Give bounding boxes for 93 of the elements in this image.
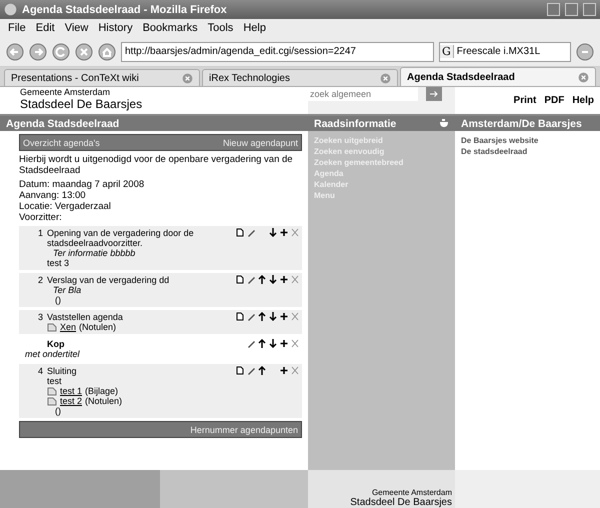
header-link[interactable]: Help [572, 95, 594, 106]
attachment-type: (Notulen) [85, 396, 122, 406]
pencil-icon[interactable] [247, 275, 255, 284]
reload-icon[interactable] [52, 42, 70, 60]
item-number: 4 [36, 366, 43, 376]
menu-item[interactable]: Edit [36, 22, 55, 34]
pencil-icon[interactable] [247, 312, 255, 321]
item-number: 3 [36, 312, 43, 322]
up-arrow-icon[interactable] [258, 275, 266, 284]
item-title: Kop [47, 339, 66, 349]
document-icon [47, 322, 57, 332]
section-header: Amsterdam/De Baarsjes [455, 116, 600, 131]
item-subtitle: met ondertitel [25, 349, 80, 359]
plus-icon[interactable] [280, 275, 288, 284]
pencil-icon[interactable] [247, 228, 255, 237]
item-title: Sluiting [47, 366, 78, 376]
sidebar-link[interactable]: De Baarsjes website [461, 135, 594, 146]
menu-item[interactable]: File [8, 22, 26, 34]
new-item-link[interactable]: Nieuw agendapunt [222, 138, 298, 148]
item-subtitle: Ter Bla [52, 285, 82, 295]
item-note: () [54, 406, 61, 416]
item-number: 2 [36, 275, 43, 285]
attachment-type: (Bijlage) [85, 386, 118, 396]
up-arrow-icon[interactable] [258, 339, 266, 348]
item-title: Vaststellen agenda [47, 312, 124, 322]
organization-name: Gemeente Amsterdam [372, 488, 452, 497]
search-field[interactable]: zoek algemeen [308, 87, 418, 101]
close-icon[interactable] [380, 72, 391, 84]
copy-icon[interactable] [236, 366, 244, 375]
meeting-detail: Voorzitter: [19, 212, 63, 223]
window-title: Agenda Stadsdeelraad - Mozilla Firefox [22, 4, 228, 16]
attachment-link[interactable]: test 2 [60, 396, 82, 406]
up-arrow-icon[interactable] [258, 312, 266, 321]
maximize-button[interactable] [565, 3, 578, 16]
header-link[interactable]: PDF [544, 95, 564, 106]
pencil-icon[interactable] [247, 339, 255, 348]
browser-tab[interactable]: Agenda Stadsdeelraad [400, 67, 596, 86]
overview-link[interactable]: Overzicht agenda's [23, 138, 100, 148]
menu-item[interactable]: Bookmarks [142, 22, 198, 34]
plus-icon[interactable] [280, 312, 288, 321]
menu-item[interactable]: Help [243, 22, 266, 34]
section-header: Raadsinformatie [308, 116, 455, 131]
sidebar-link[interactable]: De stadsdeelraad [461, 146, 594, 157]
cup-icon [439, 119, 449, 128]
down-arrow-icon[interactable] [269, 275, 277, 284]
arrow-right-icon [430, 91, 438, 97]
attachment-link[interactable]: test 1 [60, 386, 82, 396]
section-header: Agenda Stadsdeelraad [0, 116, 308, 131]
item-note: test [47, 376, 62, 386]
search-go-button[interactable] [426, 87, 442, 101]
plus-icon[interactable] [280, 228, 288, 237]
minimize-button[interactable] [547, 3, 560, 16]
close-button[interactable] [583, 3, 596, 16]
down-arrow-icon[interactable] [269, 228, 277, 237]
forward-icon[interactable] [29, 42, 47, 60]
header-link[interactable]: Print [514, 95, 536, 106]
attachment-link[interactable]: Xen [60, 322, 76, 332]
intro-text: Hierbij wordt u uitgenodigd voor de openbare vergadering van de Stadsdeelraad [19, 154, 294, 176]
item-title: Opening van de vergadering door de stadsdeelraadvoorzitter. [47, 228, 195, 248]
item-number: 1 [36, 228, 43, 240]
meeting-detail: Datum: maandag 7 april 2008 [19, 179, 146, 190]
copy-icon[interactable] [236, 275, 244, 284]
close-icon[interactable] [578, 72, 589, 82]
item-note: () [54, 295, 61, 305]
menu-item[interactable]: History [98, 22, 133, 34]
item-note: test 3 [47, 258, 70, 268]
attachment-type: (Notulen) [79, 322, 116, 332]
copy-icon[interactable] [236, 228, 244, 237]
down-arrow-icon[interactable] [269, 339, 277, 348]
search-field[interactable]: G Freescale i.MX31L [439, 42, 571, 62]
organization-name: Gemeente Amsterdam [20, 87, 112, 97]
renumber-button[interactable]: Hernummer agendapunten [19, 421, 302, 438]
browser-tab[interactable]: Presentations - ConTeXt wiki [4, 69, 200, 86]
copy-icon[interactable] [236, 312, 244, 321]
district-name: Stadsdeel De Baarsjes [20, 97, 144, 112]
pencil-icon[interactable] [247, 366, 255, 375]
plus-icon[interactable] [280, 339, 288, 348]
district-name: Stadsdeel De Baarsjes [350, 497, 452, 508]
down-arrow-icon[interactable] [269, 312, 277, 321]
close-icon[interactable] [182, 72, 193, 84]
up-arrow-icon[interactable] [258, 366, 266, 375]
back-icon[interactable] [6, 42, 24, 60]
browser-tab[interactable]: iRex Technologies [202, 69, 398, 86]
menu-item[interactable]: Tools [208, 22, 234, 34]
menu-item[interactable]: View [64, 22, 88, 34]
item-title: Verslag van de vergadering dd [47, 275, 170, 285]
home-icon[interactable] [98, 42, 116, 60]
address-field[interactable]: http://baarsjes/admin/agenda_edit.cgi/session=2247 [121, 42, 434, 62]
item-subtitle: Ter informatie bbbbb [52, 248, 136, 258]
meeting-detail: Locatie: Vergaderzaal [19, 201, 112, 212]
meeting-detail: Aanvang: 13:00 [19, 190, 87, 201]
plus-icon[interactable] [280, 366, 288, 375]
stop-icon[interactable] [75, 42, 93, 60]
